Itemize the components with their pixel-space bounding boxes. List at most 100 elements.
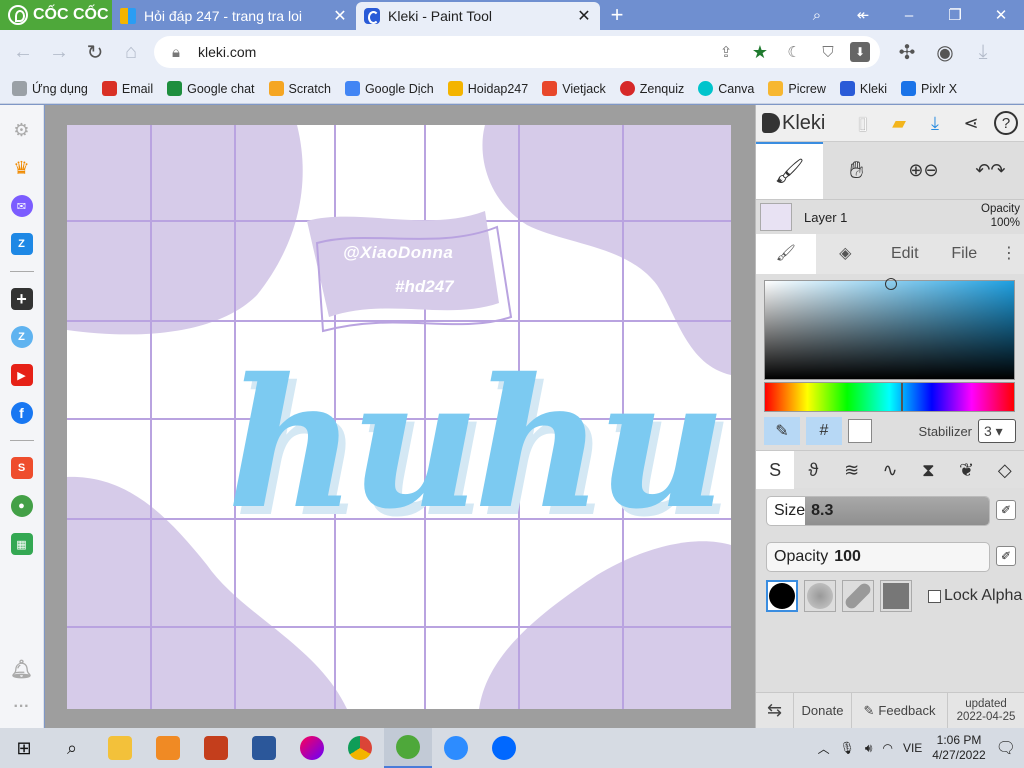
- facebook-icon[interactable]: f: [10, 402, 33, 424]
- back-arrow-icon[interactable]: ↞: [840, 6, 886, 24]
- hex-input-button[interactable]: #: [806, 417, 842, 445]
- share-icon[interactable]: ⋖: [958, 110, 984, 136]
- drawing-workspace[interactable]: @XiaoDonna #hd247 huhu: [45, 105, 755, 728]
- extensions-puzzle-icon[interactable]: ✣: [892, 37, 922, 67]
- tab-close-icon[interactable]: ✕: [332, 6, 348, 26]
- more-dots-icon[interactable]: ···: [11, 696, 33, 718]
- undo-redo-buttons[interactable]: ↶↷: [957, 142, 1024, 199]
- downloads-icon[interactable]: ⤓: [968, 37, 998, 67]
- zalo-icon[interactable]: Z: [10, 233, 33, 255]
- taskbar-zalo[interactable]: [480, 728, 528, 768]
- back-button[interactable]: ←: [8, 37, 38, 67]
- bookmark-pixlr-x[interactable]: Pixlr X: [900, 81, 957, 96]
- bookmark-apps[interactable]: Ứng dụng: [12, 81, 88, 96]
- taskbar-coccoc[interactable]: [384, 728, 432, 768]
- messenger-icon[interactable]: ✉: [10, 195, 33, 217]
- tab-hoidap247[interactable]: Hỏi đáp 247 - trang tra loi ✕: [112, 2, 356, 30]
- tip-round-hard[interactable]: [766, 580, 798, 612]
- brush-tool-button[interactable]: 🖌︎: [756, 142, 823, 199]
- wifi-icon[interactable]: ◠: [882, 741, 892, 755]
- opacity-pressure-toggle[interactable]: ✐: [996, 546, 1016, 566]
- pixel-brush-icon[interactable]: ∿: [871, 451, 909, 489]
- search-button[interactable]: ⌕: [48, 728, 96, 768]
- layer-preview-row[interactable]: Layer 1 Opacity 100%: [756, 200, 1024, 234]
- secondary-color-swatch[interactable]: [848, 419, 872, 443]
- smudge-brush-icon[interactable]: ❦: [947, 451, 985, 489]
- eyedropper-icon[interactable]: ✎: [764, 417, 800, 445]
- share-icon[interactable]: ⇪: [714, 43, 738, 61]
- taskbar-powerpoint[interactable]: [192, 728, 240, 768]
- tab-search-icon[interactable]: ⌕: [794, 7, 840, 24]
- home-button[interactable]: ⌂: [116, 37, 146, 67]
- minimize-button[interactable]: –: [886, 7, 932, 24]
- tab-brush-settings[interactable]: 🖌︎: [756, 234, 816, 274]
- sketchy-brush-icon[interactable]: ≋: [833, 451, 871, 489]
- notifications-icon[interactable]: 🗨︎: [996, 738, 1016, 758]
- checkbox-box[interactable]: [928, 589, 941, 603]
- youtube-icon[interactable]: ▶: [10, 364, 33, 386]
- notification-bell-icon[interactable]: 🔔︎: [10, 658, 33, 680]
- shield-icon[interactable]: ⛉: [816, 44, 840, 61]
- color-picker-knob[interactable]: [885, 278, 897, 290]
- bookmark-email[interactable]: Email: [101, 81, 153, 96]
- opacity-slider[interactable]: Opacity 100: [766, 542, 990, 572]
- tab-kleki[interactable]: Kleki - Paint Tool ✕: [356, 2, 600, 30]
- settings-gear-icon[interactable]: ⚙: [11, 119, 33, 141]
- clock[interactable]: 1:06 PM 4/27/2022: [932, 733, 985, 763]
- download-icon[interactable]: ⤓: [922, 110, 948, 136]
- taskbar-hoidap-app[interactable]: [144, 728, 192, 768]
- stabilizer-select[interactable]: 3 ▾: [978, 419, 1016, 443]
- bookmark-google-chat[interactable]: Google chat: [167, 81, 255, 96]
- chemy-brush-icon[interactable]: ⧗: [909, 451, 947, 489]
- tab-layers[interactable]: ◈: [816, 234, 876, 274]
- taskbar-paint3d[interactable]: [288, 728, 336, 768]
- coccoc-menu-button[interactable]: CỐC CỐC: [0, 0, 112, 30]
- shopping-bag-icon[interactable]: S: [10, 457, 33, 479]
- bookmark-canva[interactable]: Canva: [698, 81, 754, 96]
- color-saturation-picker[interactable]: [764, 278, 1015, 380]
- profile-avatar-icon[interactable]: ◉: [930, 37, 960, 67]
- tip-round-soft[interactable]: [804, 580, 836, 612]
- hue-slider[interactable]: [764, 382, 1015, 412]
- zoom-buttons[interactable]: ⊕⊖: [890, 142, 957, 199]
- bookmark-zenquiz[interactable]: Zenquiz: [619, 81, 684, 96]
- language-indicator[interactable]: VIE: [903, 741, 922, 755]
- bookmark-star-icon[interactable]: ★: [748, 42, 772, 63]
- taskbar-file-explorer[interactable]: [96, 728, 144, 768]
- taskbar-word[interactable]: [240, 728, 288, 768]
- savior-download-icon[interactable]: ⬇: [850, 42, 870, 62]
- bookmark-vietjack[interactable]: Vietjack: [542, 81, 606, 96]
- hand-tool-button[interactable]: ✋︎: [823, 142, 890, 199]
- tab-edit[interactable]: Edit: [875, 234, 935, 274]
- size-slider[interactable]: Size 8.3: [766, 496, 990, 526]
- eraser-icon[interactable]: ◇: [986, 451, 1024, 489]
- zalo-circle-icon[interactable]: Z: [10, 326, 33, 348]
- drawing-canvas[interactable]: @XiaoDonna #hd247 huhu: [67, 125, 731, 709]
- volume-icon[interactable]: 🔊︎: [865, 741, 873, 756]
- sheet-table-icon[interactable]: ▦: [10, 533, 33, 555]
- size-pressure-toggle[interactable]: ✐: [996, 500, 1016, 520]
- start-button[interactable]: ⊞: [0, 728, 48, 768]
- taskbar-chrome[interactable]: [336, 728, 384, 768]
- url-text[interactable]: kleki.com: [198, 44, 704, 60]
- lock-alpha-checkbox[interactable]: Lock Alpha: [928, 587, 1022, 605]
- show-hidden-icons-chevron-icon[interactable]: ︿: [818, 740, 830, 757]
- swap-layout-icon[interactable]: ⇆: [756, 693, 794, 728]
- tab-file[interactable]: File: [935, 234, 995, 274]
- restore-button[interactable]: ❐: [932, 6, 978, 24]
- close-window-button[interactable]: ✕: [978, 6, 1024, 24]
- help-icon[interactable]: ?: [994, 111, 1018, 135]
- tip-square[interactable]: [880, 580, 912, 612]
- open-folder-icon[interactable]: ▰: [886, 110, 912, 136]
- dark-mode-moon-icon[interactable]: ☾: [782, 43, 806, 61]
- tip-chisel[interactable]: [842, 580, 874, 612]
- feedback-link[interactable]: ✎ Feedback: [852, 693, 948, 728]
- bookmark-scratch[interactable]: Scratch: [268, 81, 331, 96]
- new-image-icon[interactable]: ▯: [850, 110, 876, 136]
- hue-slider-handle[interactable]: [901, 383, 903, 411]
- tab-close-icon[interactable]: ✕: [576, 6, 592, 26]
- address-bar[interactable]: 🔒︎ kleki.com ⇪ ★ ☾ ⛉ ⬇: [154, 36, 880, 68]
- crown-icon[interactable]: ♛: [11, 157, 33, 179]
- pen-brush-icon[interactable]: S: [756, 450, 795, 489]
- maps-pin-icon[interactable]: ●: [10, 495, 33, 517]
